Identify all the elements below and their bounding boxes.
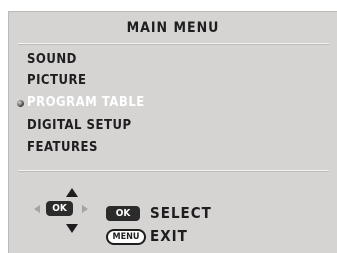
select-label: SELECT bbox=[150, 204, 212, 222]
ok-key-label: OK bbox=[52, 203, 67, 214]
menu-item-features[interactable]: FEATURES bbox=[27, 140, 98, 155]
menu-item-label: PICTURE bbox=[27, 73, 87, 88]
menu-title: MAIN MENU bbox=[126, 20, 220, 36]
menu-item-label: SOUND bbox=[27, 52, 77, 67]
arrow-up-icon bbox=[66, 188, 78, 197]
ok-key-icon: OK bbox=[106, 206, 140, 221]
title-divider bbox=[18, 43, 329, 45]
menu-item-label: PROGRAM TABLE bbox=[27, 95, 145, 110]
menu-item-program-table[interactable]: PROGRAM TABLE bbox=[17, 95, 145, 110]
menu-key-label: MENU bbox=[112, 232, 140, 242]
arrow-left-icon bbox=[34, 205, 40, 213]
exit-label: EXIT bbox=[150, 227, 188, 245]
legend-divider bbox=[18, 170, 329, 172]
menu-item-digital-setup[interactable]: DIGITAL SETUP bbox=[27, 118, 132, 133]
menu-item-picture[interactable]: PICTURE bbox=[27, 73, 86, 88]
menu-item-label: FEATURES bbox=[27, 140, 98, 155]
ok-key-label: OK bbox=[115, 208, 131, 219]
menu-item-sound[interactable]: SOUND bbox=[27, 52, 77, 67]
menu-item-label: DIGITAL SETUP bbox=[27, 118, 132, 133]
arrow-right-icon bbox=[82, 205, 88, 213]
arrow-down-icon bbox=[66, 224, 78, 233]
ok-key-icon: OK bbox=[46, 201, 73, 216]
selection-bullet-icon bbox=[17, 100, 24, 107]
main-menu-panel: MAIN MENU SOUND PICTURE PROGRAM TABLE DI… bbox=[8, 11, 337, 253]
menu-key-icon: MENU bbox=[106, 229, 146, 245]
